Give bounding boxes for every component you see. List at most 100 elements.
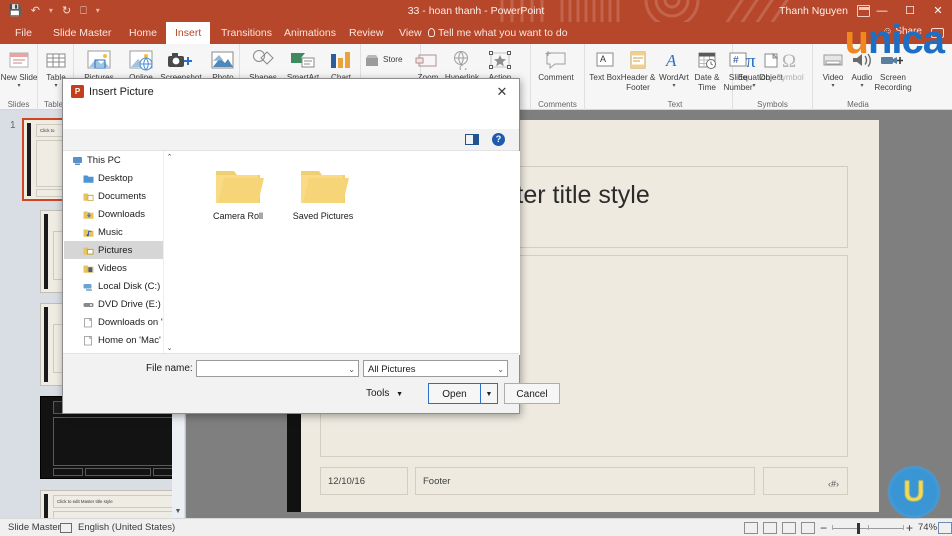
comment-icon (533, 46, 579, 73)
thumb-accent-bar (44, 214, 48, 289)
nav-item-downloads-on-m[interactable]: Downloads on 'M (64, 313, 173, 331)
nav-item-label: This PC (87, 154, 121, 166)
thumb-footer (53, 468, 175, 476)
file-item-label: Saved Pictures (292, 211, 354, 221)
nav-item-videos[interactable]: Videos (64, 259, 173, 277)
tab-view[interactable]: View (390, 22, 431, 44)
screenshot-icon (158, 46, 204, 73)
tools-caret-icon: ▼ (396, 391, 404, 398)
chevron-down-icon[interactable]: ⌄ (348, 361, 355, 378)
file-type-filter-select[interactable]: All Pictures ⌄ (363, 360, 508, 377)
ribbon-group-label-slides: Slides (7, 100, 30, 109)
close-button[interactable]: ✕ (924, 0, 952, 22)
ribbon-group-label-comments: Comments (538, 100, 577, 109)
change-view-icon[interactable] (465, 134, 479, 145)
tab-home[interactable]: Home (120, 22, 166, 44)
help-icon[interactable]: ? (492, 133, 505, 146)
chevron-down-icon[interactable]: ⌄ (497, 361, 504, 378)
ribbon-store-label: Store (383, 55, 403, 64)
nav-item-this-pc[interactable]: This PC (64, 151, 173, 169)
file-name-input[interactable]: ⌄ (196, 360, 359, 377)
tab-file[interactable]: File (6, 22, 41, 44)
nav-scroll-up-icon[interactable]: ⌃ (164, 151, 175, 164)
documents-folder-icon (83, 191, 94, 202)
nav-item-documents[interactable]: Documents (64, 187, 173, 205)
unica-badge-letter: U (903, 475, 925, 508)
zoom-out-button[interactable]: − (820, 520, 827, 536)
nav-item-label: Downloads on 'M (98, 316, 171, 328)
powerpoint-icon: P (71, 85, 84, 98)
share-button[interactable]: ☺ Share (882, 26, 922, 37)
normal-view-button[interactable] (744, 522, 758, 534)
file-item-camera-roll[interactable]: Camera Roll (195, 165, 281, 221)
reading-view-button[interactable] (782, 522, 796, 534)
tab-slide-master[interactable]: Slide Master (44, 22, 120, 44)
dialog-navigation-pane[interactable]: This PC Desktop Documents Downloads Musi… (64, 151, 174, 355)
comments-pane-icon[interactable] (931, 28, 944, 38)
ribbon-group-label-media: Media (847, 100, 869, 109)
nav-item-local-disk-c[interactable]: Local Disk (C:) (64, 277, 173, 295)
maximize-button[interactable]: ☐ (896, 0, 924, 22)
nav-item-label: Local Disk (C:) (98, 280, 161, 292)
chevron-down-icon[interactable]: ▾ (731, 83, 777, 89)
nav-item-music[interactable]: Music (64, 223, 173, 241)
dialog-bottom-bar: File name: ⌄ All Pictures ⌄ Tools ▼ Open… (63, 353, 560, 413)
fit-slide-icon[interactable] (938, 522, 952, 534)
ribbon-group-text: A Text Box Header & Footer A WordArt ▾ D… (585, 44, 783, 110)
dialog-nav-scrollbar[interactable]: ⌃ ⌄ (163, 151, 174, 355)
symbol-icon: Ω (767, 46, 813, 73)
pictures-icon (76, 46, 122, 73)
ribbon-symbol-button[interactable]: Ω Symbol (767, 46, 813, 83)
date-placeholder[interactable]: 12/10/16 (320, 467, 408, 495)
footer-placeholder[interactable]: Footer (415, 467, 755, 495)
slideshow-button[interactable] (801, 522, 815, 534)
nav-item-home-on-mac[interactable]: Home on 'Mac' ( (64, 331, 173, 349)
ribbon-comment-button[interactable]: Comment (533, 46, 579, 83)
scroll-down-icon[interactable]: ▼ (172, 505, 184, 518)
dvd-drive-icon (83, 299, 94, 310)
thumb-body (53, 417, 175, 466)
network-folder-icon (83, 335, 94, 346)
dialog-title: Insert Picture (89, 86, 154, 98)
nav-item-pictures[interactable]: Pictures (64, 241, 173, 259)
nav-item-label: Music (98, 226, 123, 238)
account-name[interactable]: Thanh Nguyen (779, 0, 848, 22)
ribbon-group-label-symbols: Symbols (757, 100, 788, 109)
nav-item-label: Documents (98, 190, 147, 202)
nav-item-downloads[interactable]: Downloads (64, 205, 173, 223)
nav-item-dvd-drive-e[interactable]: DVD Drive (E:) CL (64, 295, 173, 313)
status-bar: Slide Master English (United States) − +… (0, 518, 952, 536)
dialog-close-button[interactable]: ✕ (485, 79, 519, 105)
cancel-button[interactable]: Cancel (504, 383, 560, 404)
ribbon-screen-recording-label: Screen Recording (874, 73, 912, 92)
file-item-saved-pictures[interactable]: Saved Pictures (280, 165, 366, 221)
open-split-caret-icon[interactable]: ▼ (481, 383, 498, 404)
nav-item-desktop[interactable]: Desktop (64, 169, 173, 187)
dialog-address-bar[interactable] (63, 105, 519, 129)
status-language[interactable]: English (United States) (78, 519, 175, 536)
open-button[interactable]: Open (428, 383, 481, 404)
tab-insert[interactable]: Insert (166, 22, 211, 44)
slide-sorter-view-button[interactable] (763, 522, 777, 534)
ribbon-group-label-text: Text (667, 100, 683, 109)
slide-number-placeholder[interactable]: ‹#› (763, 467, 848, 495)
tell-me-label: Tell me what you want to do (438, 27, 568, 39)
chart-icon (318, 46, 364, 73)
tell-me-search[interactable]: Tell me what you want to do (428, 22, 568, 44)
thumb-accent-bar (44, 494, 48, 518)
ribbon-screen-recording-button[interactable]: Screen Recording (867, 46, 919, 92)
thumbnail-slide-5[interactable]: Click to edit Master title style (40, 490, 180, 518)
minimize-button[interactable]: — (868, 0, 896, 22)
tab-review[interactable]: Review (340, 22, 392, 44)
zoom-in-button[interactable]: + (906, 520, 913, 536)
folder-icon (301, 171, 349, 203)
spelling-check-icon[interactable] (60, 523, 72, 533)
tab-transitions[interactable]: Transitions (212, 22, 281, 44)
zoom-percent-label[interactable]: 74% (918, 519, 937, 536)
tab-animations[interactable]: Animations (275, 22, 345, 44)
dialog-file-list[interactable]: Camera Roll Saved Pictures (175, 151, 520, 355)
zoom-slider-handle[interactable] (857, 523, 860, 534)
insert-picture-dialog[interactable]: P Insert Picture ✕ ? This PC Desktop Doc… (62, 78, 560, 414)
thumbnail-title-5: Click to edit Master title style (53, 495, 175, 508)
tools-button[interactable]: Tools ▼ (366, 383, 403, 404)
